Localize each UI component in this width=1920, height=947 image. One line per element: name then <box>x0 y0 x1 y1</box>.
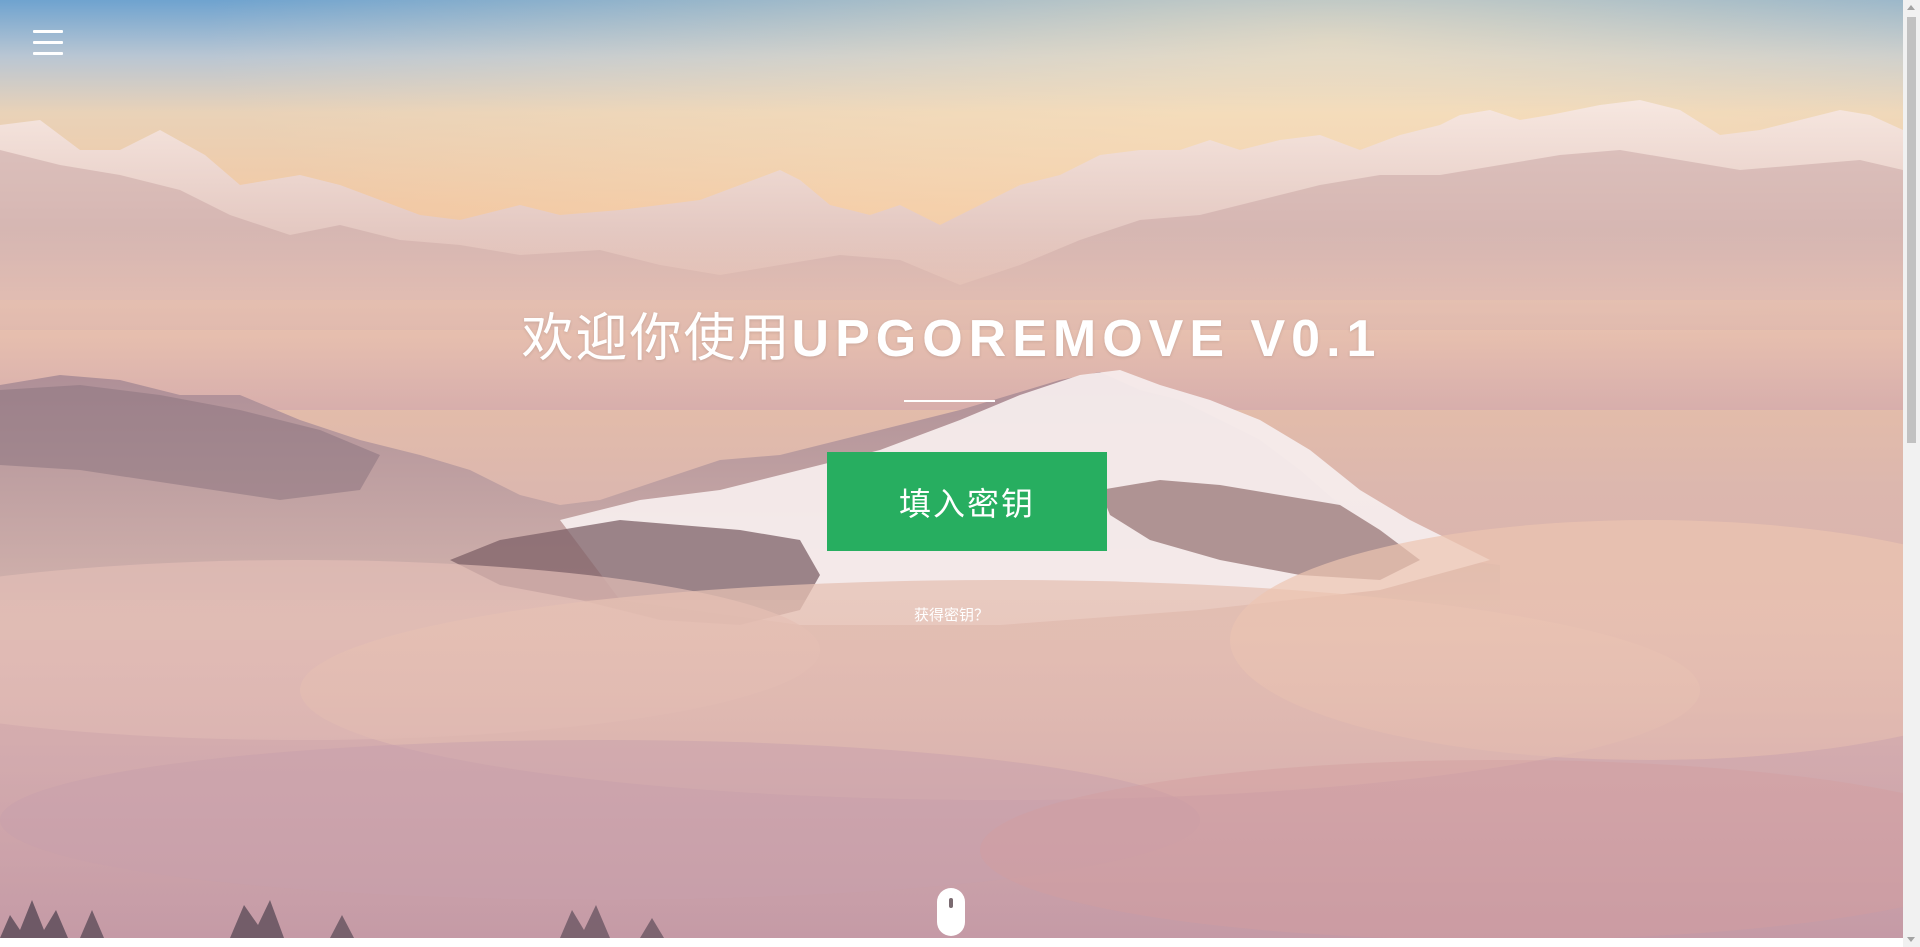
menu-bar-bottom <box>33 52 63 55</box>
hero-title-chinese: 欢迎你使用 <box>521 309 792 369</box>
hero-title-product: UPGOREMOVE V0.1 <box>791 310 1382 368</box>
enter-key-button[interactable]: 填入密钥 <box>827 452 1107 551</box>
mouse-scroll-icon[interactable] <box>937 888 965 936</box>
scrollbar-thumb[interactable] <box>1907 17 1916 443</box>
get-key-link[interactable]: 获得密钥？ <box>0 604 1903 625</box>
mouse-wheel <box>949 898 953 908</box>
bottom-edge <box>0 938 1903 947</box>
hero-title: 欢迎你使用UPGOREMOVE V0.1 <box>0 296 1903 371</box>
hamburger-menu-icon[interactable] <box>33 30 63 56</box>
menu-bar-top <box>33 30 63 33</box>
vertical-scrollbar[interactable] <box>1903 0 1920 947</box>
menu-bar-middle <box>33 41 63 44</box>
scroll-up-arrow-icon[interactable] <box>1907 5 1915 10</box>
title-divider <box>904 400 995 402</box>
hero-background: 欢迎你使用UPGOREMOVE V0.1 填入密钥 获得密钥？ <box>0 0 1903 938</box>
scroll-down-arrow-icon[interactable] <box>1907 937 1915 942</box>
